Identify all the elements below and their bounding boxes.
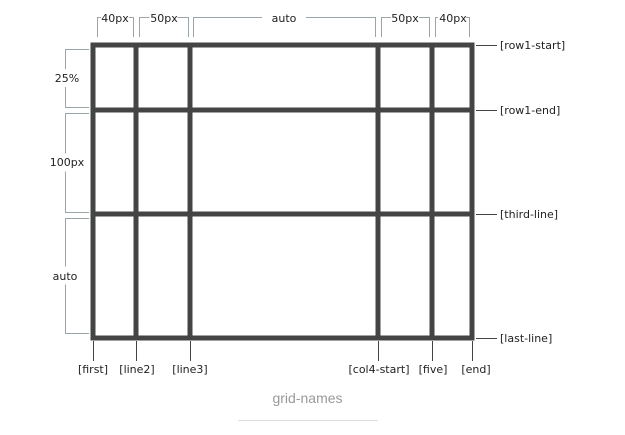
col-size-5: 40px	[439, 12, 467, 25]
col-size-4: 50px	[391, 12, 419, 25]
col-line-name-2: [line2]	[119, 363, 154, 376]
caption-divider	[238, 420, 378, 421]
col-line-name-3: [line3]	[172, 363, 207, 376]
col-size-1: 40px	[101, 12, 129, 25]
col-size-3: auto	[272, 12, 297, 25]
col-line-name-1: [first]	[78, 363, 108, 376]
row-size-3: auto	[53, 270, 78, 283]
col-line-name-6: [end]	[461, 363, 490, 376]
row-line-name-1: [row1-start]	[500, 39, 565, 52]
grid-diagram: 40px 50px auto 50px 40px 25% 100px auto …	[50, 12, 565, 376]
row-size-1: 25%	[55, 72, 79, 85]
col-size-2: 50px	[150, 12, 178, 25]
row-line-name-4: [last-line]	[500, 332, 552, 345]
row-size-2: 100px	[50, 156, 85, 169]
col-line-name-5: [five]	[419, 363, 448, 376]
diagram-caption: grid-names	[272, 390, 343, 406]
row-line-name-3: [third-line]	[500, 208, 558, 221]
col-line-name-4: [col4-start]	[348, 363, 409, 376]
row-line-name-2: [row1-end]	[500, 104, 560, 117]
